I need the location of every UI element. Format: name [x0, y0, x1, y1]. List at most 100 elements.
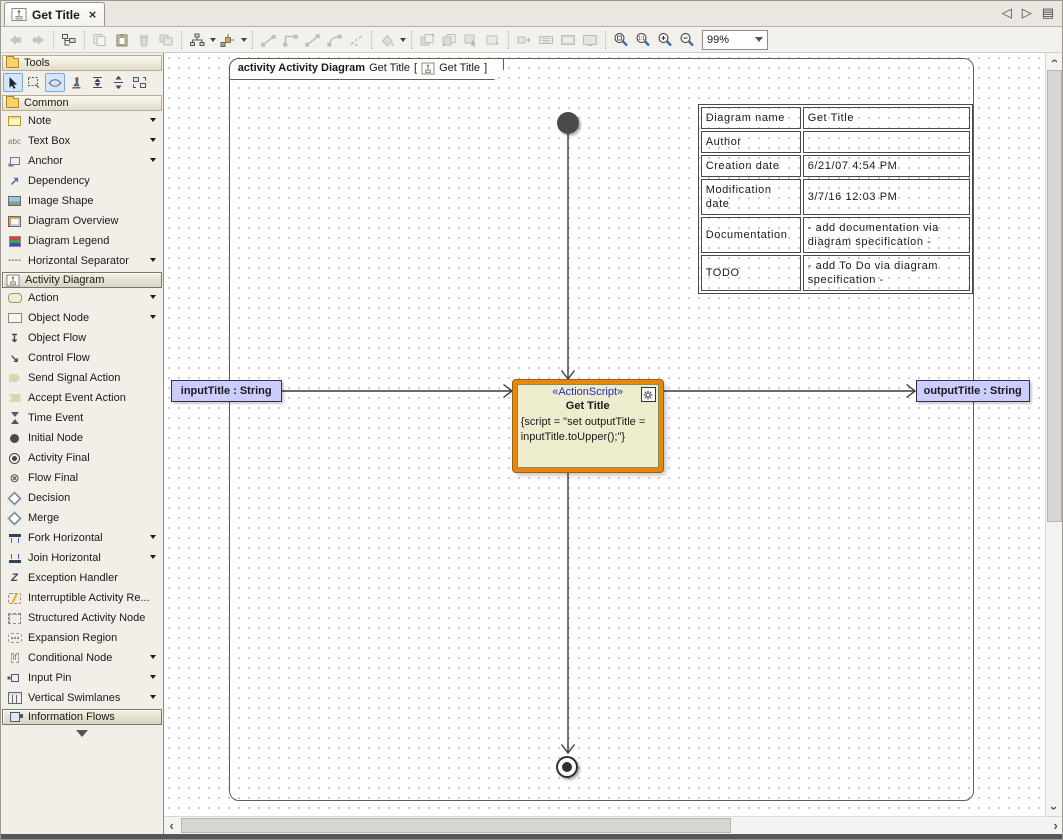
action-node-get-title[interactable]: «ActionScript» Get Title {script = "set … — [513, 380, 663, 472]
palette-item-initial-node[interactable]: Initial Node — [1, 428, 163, 448]
palette-section-information-flows[interactable]: Information Flows — [2, 709, 162, 725]
chevron-down-icon[interactable] — [150, 695, 156, 702]
palette-item-object-node[interactable]: Object Node — [1, 308, 163, 328]
quick-link-tool[interactable] — [45, 73, 65, 92]
palette-item-action[interactable]: Action — [1, 288, 163, 308]
zoom-region-button[interactable] — [610, 29, 632, 51]
palette-item-send-signal-action[interactable]: Send Signal Action — [1, 368, 163, 388]
palette-item-diagram-overview[interactable]: Diagram Overview — [1, 211, 163, 231]
palette-item-conditional-node[interactable]: Conditional Node — [1, 648, 163, 668]
scroll-tabs-right-button[interactable]: ▷ — [1022, 5, 1032, 21]
horizontal-scrollbar[interactable]: ‹ › — [164, 816, 1063, 834]
palette-section-common[interactable]: Common — [2, 95, 162, 111]
activity-parameter-input[interactable]: inputTitle : String — [171, 380, 282, 402]
palette-item-horizontal-separator[interactable]: Horizontal Separator — [1, 251, 163, 271]
initial-node[interactable] — [557, 112, 579, 134]
activity-parameter-output[interactable]: outputTitle : String — [916, 380, 1030, 402]
edit-compartments-button[interactable] — [482, 29, 504, 51]
palette-item-interruptible-activity-region[interactable]: Interruptible Activity Re... — [1, 588, 163, 608]
line-custom-button[interactable] — [345, 29, 367, 51]
activity-final-node[interactable] — [556, 756, 578, 778]
palette-item-fork-horizontal[interactable]: Fork Horizontal — [1, 528, 163, 548]
palette-item-diagram-legend[interactable]: Diagram Legend — [1, 231, 163, 251]
distribute-vertical-tool[interactable] — [87, 73, 107, 92]
select-in-containment-tree-button[interactable] — [58, 29, 80, 51]
palette-item-control-flow[interactable]: Control Flow — [1, 348, 163, 368]
chevron-down-icon[interactable] — [150, 535, 156, 542]
horizontal-scrollbar-thumb[interactable] — [181, 818, 731, 833]
swap-elements-tool[interactable] — [129, 73, 149, 92]
palette-item-expansion-region[interactable]: Expansion Region — [1, 628, 163, 648]
layout-tree-button[interactable] — [186, 29, 208, 51]
line-rectilinear-button[interactable] — [279, 29, 301, 51]
palette-item-decision[interactable]: Decision — [1, 488, 163, 508]
palette-item-join-horizontal[interactable]: Join Horizontal — [1, 548, 163, 568]
diagram-info-table[interactable]: Diagram name Get Title Author Creation d… — [698, 104, 973, 294]
chevron-down-icon[interactable] — [150, 655, 156, 662]
palette-item-merge[interactable]: Merge — [1, 508, 163, 528]
show-presentation-button[interactable] — [579, 29, 601, 51]
stamp-tool[interactable] — [66, 73, 86, 92]
palette-item-exception-handler[interactable]: Exception Handler — [1, 568, 163, 588]
palette-item-object-flow[interactable]: Object Flow — [1, 328, 163, 348]
show-full-screen-button[interactable] — [557, 29, 579, 51]
zoom-in-button[interactable] — [654, 29, 676, 51]
tab-get-title[interactable]: Get Title × — [4, 2, 105, 26]
palette-item-image-shape[interactable]: Image Shape — [1, 191, 163, 211]
zoom-out-button[interactable] — [676, 29, 698, 51]
chevron-down-icon[interactable] — [150, 295, 156, 302]
fill-color-dropdown[interactable] — [398, 29, 407, 51]
chevron-down-icon[interactable] — [150, 315, 156, 322]
palette-section-activity-diagram[interactable]: Activity Diagram — [2, 272, 162, 288]
group-button[interactable] — [155, 29, 177, 51]
palette-item-input-pin[interactable]: Input Pin — [1, 668, 163, 688]
line-straight-button[interactable] — [257, 29, 279, 51]
quick-layout-button[interactable] — [217, 29, 239, 51]
palette-item-anchor[interactable]: Anchor — [1, 151, 163, 171]
center-vertical-tool[interactable] — [108, 73, 128, 92]
chevron-down-icon[interactable] — [150, 555, 156, 562]
send-to-back-button[interactable] — [438, 29, 460, 51]
autosize-button[interactable] — [513, 29, 535, 51]
palette-item-activity-final[interactable]: Activity Final — [1, 448, 163, 468]
palette-scroll-down-button[interactable] — [1, 730, 163, 743]
palette-item-accept-event-action[interactable]: Accept Event Action — [1, 388, 163, 408]
chevron-down-icon[interactable] — [150, 675, 156, 682]
close-icon[interactable]: × — [89, 10, 97, 20]
select-covered-button[interactable] — [460, 29, 482, 51]
palette-item-time-event[interactable]: Time Event — [1, 408, 163, 428]
chevron-down-icon[interactable] — [150, 258, 156, 265]
zoom-one-to-one-button[interactable]: 1:1 — [632, 29, 654, 51]
palette-section-tools[interactable]: Tools — [2, 55, 162, 71]
chevron-down-icon[interactable] — [150, 118, 156, 125]
line-oblique-button[interactable] — [301, 29, 323, 51]
palette-item-note[interactable]: Note — [1, 111, 163, 131]
palette-item-structured-activity-node[interactable]: Structured Activity Node — [1, 608, 163, 628]
scroll-left-button[interactable]: ‹ — [164, 818, 180, 834]
gear-icon[interactable] — [641, 387, 656, 402]
paste-button[interactable] — [111, 29, 133, 51]
palette-item-vertical-swimlanes[interactable]: Vertical Swimlanes — [1, 688, 163, 708]
chevron-down-icon[interactable] — [150, 138, 156, 145]
chevron-down-icon[interactable] — [150, 158, 156, 165]
palette-item-text-box[interactable]: Text Box — [1, 131, 163, 151]
pointer-tool[interactable] — [3, 73, 23, 92]
palette-item-flow-final[interactable]: Flow Final — [1, 468, 163, 488]
zoom-level-select[interactable]: 99% — [702, 30, 768, 50]
tab-list-button[interactable]: ▤ — [1042, 5, 1054, 21]
fill-color-button[interactable] — [376, 29, 398, 51]
diagram-canvas[interactable]: activity Activity Diagram Get Title [ Ge… — [164, 53, 1063, 816]
copy-button[interactable] — [89, 29, 111, 51]
back-button[interactable] — [5, 29, 27, 51]
line-curve-button[interactable] — [323, 29, 345, 51]
scroll-right-button[interactable]: › — [1048, 818, 1063, 834]
forward-button[interactable] — [27, 29, 49, 51]
virtual-keyboard-button[interactable] — [535, 29, 557, 51]
palette-item-dependency[interactable]: Dependency — [1, 171, 163, 191]
bring-to-front-button[interactable] — [416, 29, 438, 51]
scroll-tabs-left-button[interactable]: ◁ — [1002, 5, 1012, 21]
quick-layout-dropdown[interactable] — [239, 29, 248, 51]
layout-tree-dropdown[interactable] — [208, 29, 217, 51]
delete-button[interactable] — [133, 29, 155, 51]
marquee-select-tool[interactable] — [24, 73, 44, 92]
